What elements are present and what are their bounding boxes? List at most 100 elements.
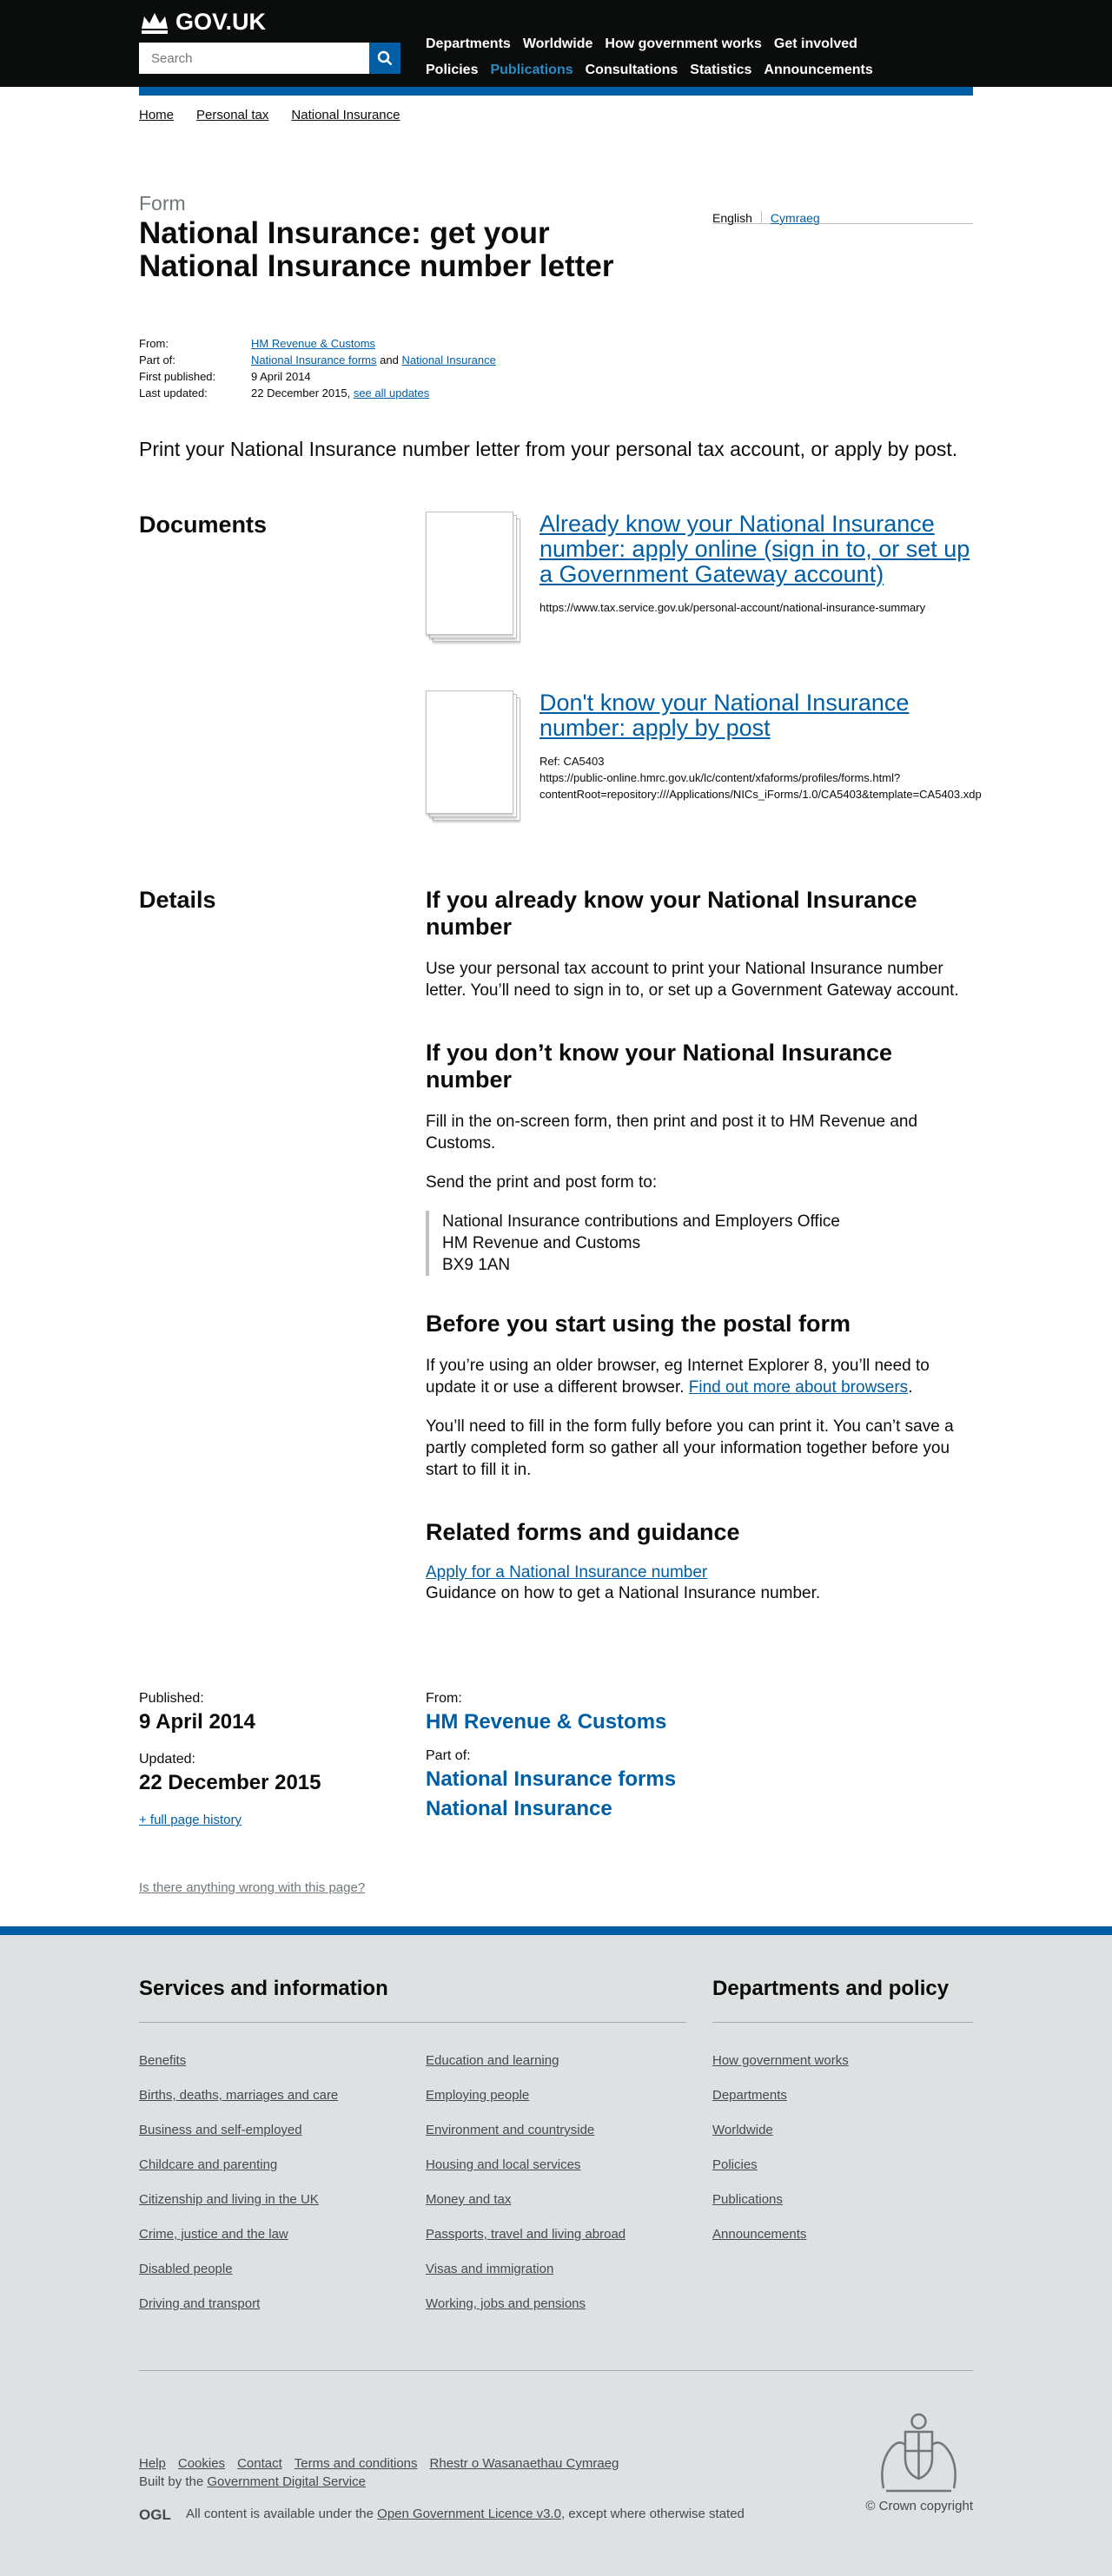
page-title: National Insurance: get your National In… bbox=[139, 216, 614, 283]
footer-link-how-government-works[interactable]: How government works bbox=[712, 2044, 973, 2078]
details-heading: Details bbox=[139, 887, 216, 913]
breadcrumb-national-insurance[interactable]: National Insurance bbox=[291, 108, 400, 122]
meta-first-published-value: 9 April 2014 bbox=[251, 370, 311, 383]
gds-link[interactable]: Government Digital Service bbox=[207, 2474, 366, 2489]
document-title: Already know your National Insurance num… bbox=[539, 512, 973, 587]
nav-departments[interactable]: Departments bbox=[426, 36, 511, 52]
meta-last-updated-value: 22 December 2015, bbox=[251, 386, 351, 400]
footer-link-contact[interactable]: Contact bbox=[237, 2456, 282, 2471]
full-page-history-link[interactable]: + full page history bbox=[139, 1813, 242, 1827]
nav-announcements[interactable]: Announcements bbox=[764, 63, 872, 78]
footer-from-label: From: bbox=[426, 1691, 462, 1706]
document-item: Don't know your National Insurance numbe… bbox=[426, 690, 982, 821]
logo-text: GOV.UK bbox=[175, 9, 267, 35]
heading-already-know: If you already know your National Insura… bbox=[426, 887, 917, 940]
footer-link-publications[interactable]: Publications bbox=[712, 2183, 973, 2217]
crown-icon bbox=[142, 12, 168, 34]
address-line: National Insurance contributions and Emp… bbox=[442, 1212, 841, 1231]
footer-link-rhestr-o-wasanaethau-cymraeg[interactable]: Rhestr o Wasanaethau Cymraeg bbox=[430, 2456, 619, 2471]
footer-link-worldwide[interactable]: Worldwide bbox=[712, 2113, 973, 2148]
footer-link-births-deaths-marriages-and-care[interactable]: Births, deaths, marriages and care bbox=[139, 2078, 426, 2113]
nav-consultations[interactable]: Consultations bbox=[586, 63, 678, 78]
departments-heading: Departments and policy bbox=[712, 1977, 973, 2023]
footer-link-childcare-and-parenting[interactable]: Childcare and parenting bbox=[139, 2148, 426, 2183]
footer-divider bbox=[139, 2370, 973, 2371]
breadcrumb-personal-tax[interactable]: Personal tax bbox=[196, 108, 268, 122]
footer-link-passports-travel-and-living-abroad[interactable]: Passports, travel and living abroad bbox=[426, 2217, 686, 2252]
document-title-link[interactable]: Don't know your National Insurance numbe… bbox=[539, 690, 909, 741]
document-info: Ref: CA5403 https://public-online.hmrc.go… bbox=[539, 753, 982, 803]
search-form bbox=[139, 43, 400, 74]
govuk-logo[interactable]: GOV.UK bbox=[139, 9, 266, 36]
licence-link[interactable]: Open Government Licence v3.0 bbox=[377, 2507, 561, 2521]
main-navigation: Departments Worldwide How government works… bbox=[426, 36, 973, 78]
nav-policies[interactable]: Policies bbox=[426, 63, 478, 78]
browsers-link[interactable]: Find out more about browsers bbox=[689, 1378, 908, 1397]
para-fill-form: You’ll need to fill in the form fully be… bbox=[426, 1417, 954, 1479]
search-button[interactable] bbox=[369, 43, 400, 74]
document-title-link[interactable]: Already know your National Insurance num… bbox=[539, 511, 970, 587]
document-title: Don't know your National Insurance numbe… bbox=[539, 690, 982, 741]
footer-link-employing-people[interactable]: Employing people bbox=[426, 2078, 686, 2113]
related-description: Guidance on how to get a National Insura… bbox=[426, 1584, 821, 1602]
ogl-logo: OGL bbox=[139, 2507, 171, 2521]
nav-how-government-works[interactable]: How government works bbox=[605, 36, 761, 52]
meta-part-of-link-2[interactable]: National Insurance bbox=[401, 353, 495, 367]
footer-part-of-link-1[interactable]: National Insurance forms bbox=[426, 1767, 676, 1792]
footer-part-of-link-2[interactable]: National Insurance bbox=[426, 1797, 676, 1821]
nav-publications[interactable]: Publications bbox=[490, 63, 573, 78]
footer-link-policies[interactable]: Policies bbox=[712, 2148, 973, 2183]
report-problem-link[interactable]: Is there anything wrong with this page? bbox=[139, 1880, 365, 1895]
page-sheet bbox=[426, 690, 513, 814]
nav-statistics[interactable]: Statistics bbox=[690, 63, 751, 78]
page-sheet bbox=[426, 512, 513, 635]
details-section: Details If you already know your Nationa… bbox=[139, 887, 973, 1622]
see-all-updates-link[interactable]: see all updates bbox=[354, 386, 429, 400]
footer-link-disabled-people[interactable]: Disabled people bbox=[139, 2252, 426, 2287]
built-by-text: Built by the bbox=[139, 2474, 204, 2489]
related-link[interactable]: Apply for a National Insurance number bbox=[426, 1563, 707, 1582]
document-thumbnail[interactable] bbox=[426, 690, 520, 821]
language-link-cymraeg[interactable]: Cymraeg bbox=[771, 211, 820, 225]
footer-part-of-label: Part of: bbox=[426, 1748, 471, 1763]
document-ref: Ref: CA5403 bbox=[539, 755, 605, 768]
footer-link-working-jobs-and-pensions[interactable]: Working, jobs and pensions bbox=[426, 2287, 686, 2322]
footer-from-link[interactable]: HM Revenue & Customs bbox=[426, 1710, 676, 1734]
published-label: Published: bbox=[139, 1691, 204, 1706]
footer-link-money-and-tax[interactable]: Money and tax bbox=[426, 2183, 686, 2217]
footer-link-departments[interactable]: Departments bbox=[712, 2078, 973, 2113]
site-header: GOV.UK Departments Worldwide How governmen… bbox=[0, 0, 1112, 87]
document-text: Don't know your National Insurance numbe… bbox=[539, 690, 982, 821]
meta-last-updated-label: Last updated: bbox=[139, 386, 208, 400]
nav-get-involved[interactable]: Get involved bbox=[774, 36, 857, 52]
address-line: BX9 1AN bbox=[442, 1256, 511, 1274]
footer-link-terms-and-conditions[interactable]: Terms and conditions bbox=[295, 2456, 418, 2471]
document-thumbnail[interactable] bbox=[426, 512, 520, 642]
services-heading: Services and information bbox=[139, 1977, 686, 2023]
document-url: https://www.tax.service.gov.uk/personal-… bbox=[539, 601, 926, 614]
footer-link-crime-justice-and-the-law[interactable]: Crime, justice and the law bbox=[139, 2217, 426, 2252]
meta-part-of-link-1[interactable]: National Insurance forms bbox=[251, 353, 377, 367]
footer-link-driving-and-transport[interactable]: Driving and transport bbox=[139, 2287, 426, 2322]
meta-part-of-label: Part of: bbox=[139, 353, 175, 367]
breadcrumb-home[interactable]: Home bbox=[139, 108, 174, 122]
search-input[interactable] bbox=[139, 43, 369, 74]
document-item: Already know your National Insurance num… bbox=[426, 512, 973, 642]
meta-from-link[interactable]: HM Revenue & Customs bbox=[251, 335, 375, 352]
footer-link-education-and-learning[interactable]: Education and learning bbox=[426, 2044, 686, 2078]
footer-link-benefits[interactable]: Benefits bbox=[139, 2044, 426, 2078]
footer-link-help[interactable]: Help bbox=[139, 2456, 166, 2471]
footer-link-environment-and-countryside[interactable]: Environment and countryside bbox=[426, 2113, 686, 2148]
svg-text:OGL: OGL bbox=[139, 2507, 171, 2521]
meta-and: and bbox=[380, 353, 399, 367]
footer-link-visas-and-immigration[interactable]: Visas and immigration bbox=[426, 2252, 686, 2287]
footer-link-announcements[interactable]: Announcements bbox=[712, 2217, 973, 2252]
licence-suffix: , except where otherwise stated bbox=[560, 2507, 745, 2521]
footer-link-cookies[interactable]: Cookies bbox=[178, 2456, 225, 2471]
footer-link-citizenship-and-living-in-the-uk[interactable]: Citizenship and living in the UK bbox=[139, 2183, 426, 2217]
footer-link-housing-and-local-services[interactable]: Housing and local services bbox=[426, 2148, 686, 2183]
footer-link-business-and-self-employed[interactable]: Business and self-employed bbox=[139, 2113, 426, 2148]
nav-worldwide[interactable]: Worldwide bbox=[523, 36, 593, 52]
language-switcher: English Cymraeg bbox=[712, 192, 973, 225]
updated-label: Updated: bbox=[139, 1752, 195, 1767]
